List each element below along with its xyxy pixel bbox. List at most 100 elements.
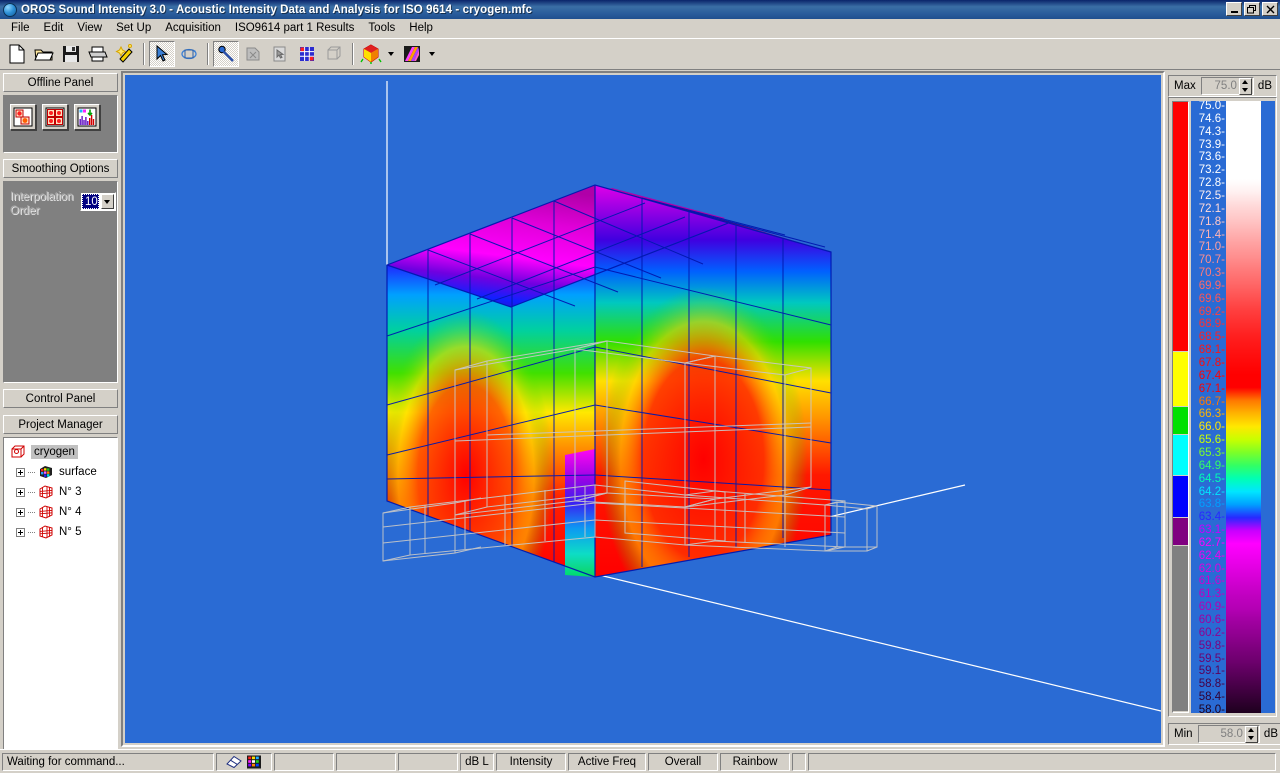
- project-manager-title[interactable]: Project Manager: [3, 415, 118, 434]
- tree-item-cryogen[interactable]: cryogen: [8, 442, 117, 462]
- max-level-control[interactable]: Max 75.0 dB: [1168, 75, 1277, 97]
- scale-tick: 68.9-: [1198, 318, 1225, 331]
- color-band-2[interactable]: [1173, 406, 1188, 435]
- close-button[interactable]: [1262, 2, 1278, 16]
- title-bar: OROS Sound Intensity 3.0 - Acoustic Inte…: [0, 0, 1280, 19]
- pan-hand-icon[interactable]: [240, 41, 266, 67]
- spinner-up-icon[interactable]: [1246, 727, 1257, 735]
- scale-tick: 60.6-: [1198, 614, 1225, 627]
- save-disk-icon[interactable]: [58, 41, 84, 67]
- scale-tick: 72.1-: [1198, 202, 1225, 215]
- status-bar: Waiting for command... dB L Intensity Ac…: [0, 749, 1280, 773]
- expander-plus-icon[interactable]: [16, 487, 25, 497]
- menu-iso9614-results[interactable]: ISO9614 part 1 Results: [228, 20, 362, 36]
- min-spinner[interactable]: [1244, 725, 1258, 743]
- print-icon[interactable]: [85, 41, 111, 67]
- scale-tick: 64.2-: [1198, 485, 1225, 498]
- scale-tick: 72.8-: [1198, 177, 1225, 190]
- interpolation-order-value[interactable]: 10: [82, 194, 99, 209]
- color-band-6[interactable]: [1173, 545, 1188, 712]
- tree-label-surface[interactable]: surface: [59, 466, 97, 478]
- scale-tick: 58.0-: [1198, 704, 1225, 713]
- tree-connector: [28, 531, 36, 533]
- colored-cube-dropdown-arrow-icon[interactable]: [385, 41, 396, 67]
- status-icons[interactable]: [216, 752, 272, 771]
- tree-label-n5[interactable]: N° 5: [59, 526, 82, 538]
- tree-label-cryogen[interactable]: cryogen: [31, 445, 78, 459]
- menu-acquisition[interactable]: Acquisition: [158, 20, 228, 36]
- 3d-viewport[interactable]: [125, 75, 1161, 743]
- tree-item-n3[interactable]: N° 3: [8, 482, 117, 502]
- scale-tick: 60.2-: [1198, 626, 1225, 639]
- offline-panel-body: [3, 95, 118, 153]
- interpolation-order-select[interactable]: 10: [80, 192, 116, 211]
- menu-set-up[interactable]: Set Up: [109, 20, 158, 36]
- open-folder-icon[interactable]: [31, 41, 57, 67]
- max-input[interactable]: 75.0: [1200, 77, 1254, 95]
- smoothing-options-title[interactable]: Smoothing Options: [3, 159, 118, 178]
- tree-label-n3[interactable]: N° 3: [59, 486, 82, 498]
- color-band-3[interactable]: [1173, 434, 1188, 477]
- minimize-button[interactable]: [1226, 2, 1242, 16]
- colored-cube-icon[interactable]: [358, 41, 384, 67]
- tree-label-n4[interactable]: N° 4: [59, 506, 82, 518]
- wireframe-cube-icon[interactable]: [321, 41, 347, 67]
- interpolation-order-label: Interpolation Order: [10, 191, 74, 217]
- select-face-icon[interactable]: [267, 41, 293, 67]
- color-band-1[interactable]: [1173, 351, 1188, 407]
- project-tree[interactable]: cryogen surface N° 3 N° 4 N° 5: [3, 437, 118, 755]
- scale-tick: 67.8-: [1198, 357, 1225, 370]
- pick-probe-icon[interactable]: [213, 41, 239, 67]
- tree-item-surface[interactable]: surface: [8, 462, 117, 482]
- scale-tick: 68.5-: [1198, 331, 1225, 344]
- globe-icon: [3, 2, 17, 17]
- max-spinner[interactable]: [1238, 77, 1252, 95]
- new-document-icon[interactable]: [4, 41, 30, 67]
- tree-item-n4[interactable]: N° 4: [8, 502, 117, 522]
- palette-grid-icon[interactable]: [246, 755, 262, 769]
- cube-faces: [387, 185, 831, 577]
- menu-view[interactable]: View: [70, 20, 109, 36]
- min-unit: dB: [1263, 728, 1278, 740]
- scale-tick: 63.4-: [1198, 511, 1225, 524]
- discrete-color-bands[interactable]: [1172, 101, 1189, 713]
- tree-item-n5[interactable]: N° 5: [8, 522, 117, 542]
- menu-help[interactable]: Help: [402, 20, 440, 36]
- color-band-5[interactable]: [1173, 517, 1188, 546]
- select-arrow-icon[interactable]: [149, 41, 175, 67]
- menu-edit[interactable]: Edit: [37, 20, 71, 36]
- color-band-4[interactable]: [1173, 476, 1188, 518]
- offline-panel-title[interactable]: Offline Panel: [3, 73, 118, 92]
- min-level-control[interactable]: Min 58.0 dB: [1168, 723, 1280, 745]
- single-map-icon[interactable]: [10, 104, 36, 130]
- control-panel-title[interactable]: Control Panel: [3, 389, 118, 408]
- spinner-up-icon[interactable]: [1240, 79, 1251, 87]
- expander-plus-icon[interactable]: [16, 507, 25, 517]
- expander-plus-icon[interactable]: [16, 527, 25, 537]
- spinner-down-icon[interactable]: [1240, 86, 1251, 94]
- status-palette: Rainbow: [720, 752, 790, 771]
- restore-button[interactable]: [1244, 2, 1260, 16]
- grid-mesh-icon[interactable]: [294, 41, 320, 67]
- menu-file[interactable]: File: [4, 20, 37, 36]
- status-field-3: [398, 752, 458, 771]
- color-scale-area[interactable]: 75.0- 74.6- 74.3- 73.9- 73.6- 73.2- 72.8- 72.5-…: [1168, 97, 1277, 717]
- multi-map-icon[interactable]: [42, 104, 68, 130]
- eraser-icon[interactable]: [226, 755, 242, 769]
- magic-wand-icon[interactable]: [112, 41, 138, 67]
- scale-tick: 69.9-: [1198, 279, 1225, 292]
- chevron-down-icon[interactable]: [100, 194, 114, 209]
- scale-tick: 69.6-: [1198, 292, 1225, 305]
- color-band-0[interactable]: [1173, 102, 1188, 352]
- intensity-map-render[interactable]: [125, 75, 1161, 743]
- color-palette-icon[interactable]: [399, 41, 425, 67]
- color-palette-dropdown-arrow-icon[interactable]: [426, 41, 437, 67]
- rotate-object-icon[interactable]: [176, 41, 202, 67]
- window-title: OROS Sound Intensity 3.0 - Acoustic Inte…: [21, 3, 533, 16]
- menu-tools[interactable]: Tools: [361, 20, 402, 36]
- spectrum-chart-icon[interactable]: [74, 104, 100, 130]
- expander-plus-icon[interactable]: [16, 467, 25, 477]
- spinner-down-icon[interactable]: [1246, 734, 1257, 742]
- min-input[interactable]: 58.0: [1197, 725, 1260, 743]
- scale-tick: 68.1-: [1198, 344, 1225, 357]
